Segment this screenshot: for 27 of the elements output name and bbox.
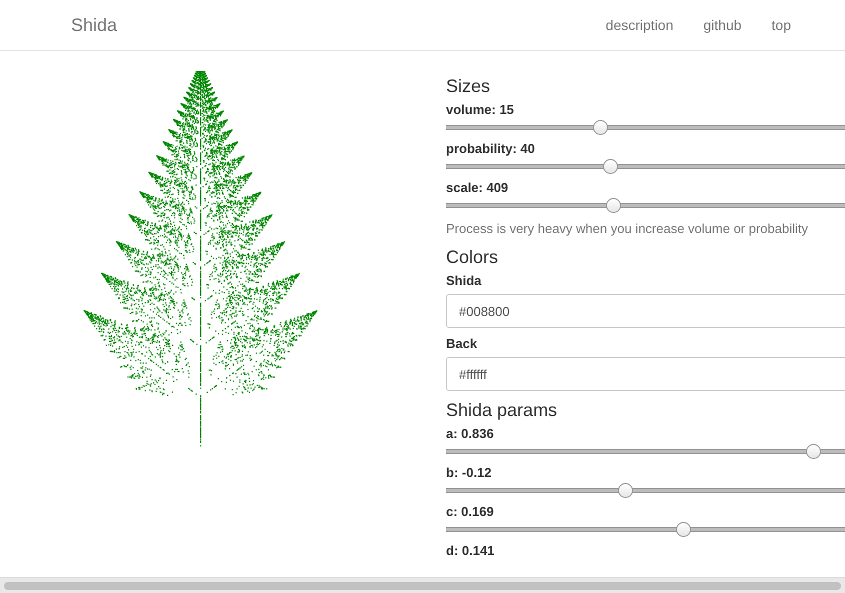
slider-thumb[interactable] <box>603 159 618 174</box>
slider-thumb[interactable] <box>618 483 634 498</box>
color-field[interactable]: #008800 <box>446 294 845 328</box>
slider-label: a: 0.836 <box>446 426 495 442</box>
scrollbar-thumb[interactable] <box>4 582 841 590</box>
field-label: Shida <box>446 273 482 289</box>
note-text: Process is very heavy when you increase volume or probability <box>446 221 810 236</box>
color-field[interactable]: #ffffff <box>446 357 845 391</box>
slider-label: d: 0.141 <box>446 543 496 559</box>
slider-label: b: -0.12 <box>446 465 493 481</box>
brand-link[interactable]: Shida <box>71 14 576 36</box>
slider-thumb[interactable] <box>606 198 621 213</box>
nav-link[interactable]: github <box>703 17 742 33</box>
section-title: Colors <box>446 246 500 268</box>
slider-thumb[interactable] <box>676 522 691 537</box>
scrollbar[interactable] <box>0 577 845 593</box>
nav-link[interactable]: description <box>606 17 674 33</box>
slider-label: scale: 409 <box>446 180 510 196</box>
nav-link[interactable]: top <box>772 17 791 33</box>
slider-thumb[interactable] <box>593 120 608 135</box>
field-label: Back <box>446 336 478 352</box>
slider-label: probability: 40 <box>446 141 536 157</box>
section-title: Shida params <box>446 399 558 421</box>
section-title: Sizes <box>446 75 492 97</box>
slider-label: c: 0.169 <box>446 504 495 520</box>
slider-label: volume: 15 <box>446 102 515 118</box>
slider-thumb[interactable] <box>806 444 821 459</box>
